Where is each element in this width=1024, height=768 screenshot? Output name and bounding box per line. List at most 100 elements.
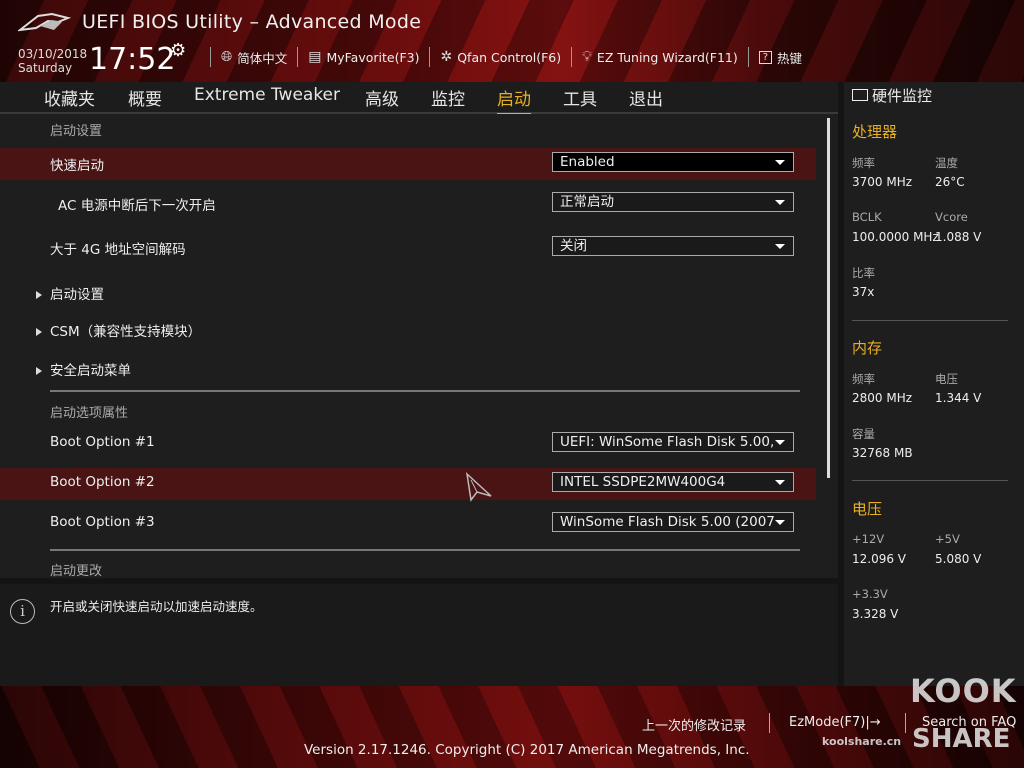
main-tabs: 收藏夹 概要 Extreme Tweaker 高级 监控 启动 工具 退出 xyxy=(0,82,838,115)
fast-boot-value: Enabled xyxy=(560,154,615,170)
toolbar: 🌐︎ 简体中文 ▤ MyFavorite(F3) ✲ Qfan Control(… xyxy=(210,47,812,67)
cpu-freq-label: 频率 xyxy=(852,156,875,170)
tab-boot[interactable]: 启动 xyxy=(497,85,531,115)
boot-option-1-select[interactable]: UEFI: WinSome Flash Disk 5.00, xyxy=(552,432,794,452)
submenu-csm[interactable]: CSM（兼容性支持模块） xyxy=(36,320,201,340)
v5-label: +5V xyxy=(935,532,960,546)
section-title-boot-config: 启动设置 xyxy=(50,124,103,139)
section-title-boot-override: 启动更改 xyxy=(50,564,103,578)
mem-freq-value: 2800 MHz xyxy=(852,391,913,405)
mem-freq-label: 频率 xyxy=(852,372,875,386)
date-display: 03/10/2018 Saturday xyxy=(18,47,87,75)
scrollbar[interactable] xyxy=(827,118,830,478)
tab-overview[interactable]: 概要 xyxy=(128,85,162,110)
boot-option-2-value: INTEL SSDPE2MW400G4 xyxy=(560,474,726,490)
above-4g-select[interactable]: 关闭 xyxy=(552,236,794,256)
v5-value: 5.080 V xyxy=(935,552,982,566)
vcore-label: Vcore xyxy=(935,210,968,224)
boot-option-3-select[interactable]: WinSome Flash Disk 5.00 (2007 xyxy=(552,512,794,532)
boot-option-2-row[interactable]: Boot Option #2 INTEL SSDPE2MW400G4 xyxy=(0,468,816,500)
tab-favorites[interactable]: 收藏夹 xyxy=(44,85,95,110)
submenu-label: 安全启动菜单 xyxy=(50,363,131,379)
hotkeys-button[interactable]: ? 热键 xyxy=(747,47,812,67)
divider xyxy=(905,713,906,733)
day-value: Saturday xyxy=(18,61,73,75)
tab-tool[interactable]: 工具 xyxy=(563,85,597,110)
tab-exit[interactable]: 退出 xyxy=(629,85,663,110)
boot-option-3-value: WinSome Flash Disk 5.00 (2007 xyxy=(560,514,775,530)
tab-extreme-tweaker[interactable]: Extreme Tweaker xyxy=(194,85,340,105)
voltage-section-title: 电压 xyxy=(852,500,883,518)
tab-advanced[interactable]: 高级 xyxy=(365,85,399,110)
ez-tuning-wizard-button[interactable]: 💡︎ EZ Tuning Wizard(F11) xyxy=(571,47,748,67)
monitor-icon xyxy=(852,88,868,101)
help-text: 开启或关闭快速启动以加速启动速度。 xyxy=(50,599,263,614)
boot-option-3-row[interactable]: Boot Option #3 WinSome Flash Disk 5.00 (… xyxy=(0,508,816,540)
language-button[interactable]: 🌐︎ 简体中文 xyxy=(210,47,297,67)
memory-section-title: 内存 xyxy=(852,339,883,357)
divider xyxy=(50,549,800,551)
v12-value: 12.096 V xyxy=(852,552,907,566)
help-icon: ? xyxy=(758,50,773,64)
watermark-top: KOOK xyxy=(910,672,1017,710)
divider xyxy=(852,480,1008,481)
chevron-down-icon xyxy=(775,244,785,249)
above-4g-label: 大于 4G 地址空间解码 xyxy=(50,242,186,258)
qfan-label: Qfan Control(F6) xyxy=(457,49,562,65)
copyright-text: Version 2.17.1246. Copyright (C) 2017 Am… xyxy=(304,742,750,758)
lightbulb-icon: 💡︎ xyxy=(582,49,592,65)
mem-cap-label: 容量 xyxy=(852,427,875,441)
submenu-secure-boot[interactable]: 安全启动菜单 xyxy=(36,359,131,379)
ac-power-select[interactable]: 正常启动 xyxy=(552,192,794,212)
ratio-label: 比率 xyxy=(852,266,875,280)
boot-option-1-row[interactable]: Boot Option #1 UEFI: WinSome Flash Disk … xyxy=(0,428,816,460)
submenu-boot-config[interactable]: 启动设置 xyxy=(36,283,104,303)
boot-option-2-label: Boot Option #2 xyxy=(50,474,155,490)
mem-volt-value: 1.344 V xyxy=(935,391,982,405)
tab-monitor[interactable]: 监控 xyxy=(431,85,465,110)
chevron-right-icon xyxy=(36,328,42,336)
ratio-value: 37x xyxy=(852,285,875,299)
globe-icon: 🌐︎ xyxy=(221,49,233,65)
myfavorite-button[interactable]: ▤ MyFavorite(F3) xyxy=(297,47,429,67)
last-changes-button[interactable]: 上一次的修改记录 xyxy=(642,715,746,734)
vcore-value: 1.088 V xyxy=(935,230,982,244)
qfan-control-button[interactable]: ✲ Qfan Control(F6) xyxy=(429,47,571,67)
chevron-right-icon xyxy=(36,367,42,375)
divider xyxy=(852,320,1008,321)
hardware-monitor-title: 硬件监控 xyxy=(852,85,932,106)
gear-icon[interactable]: ⚙ xyxy=(170,40,186,61)
submenu-label: 启动设置 xyxy=(50,287,104,303)
bclk-label: BCLK xyxy=(852,210,882,224)
language-label: 简体中文 xyxy=(237,50,288,66)
fast-boot-select[interactable]: Enabled xyxy=(552,152,794,172)
chevron-right-icon xyxy=(36,291,42,299)
above-4g-row[interactable]: 大于 4G 地址空间解码 关闭 xyxy=(0,232,816,264)
cpu-section-title: 处理器 xyxy=(852,123,898,141)
ezmode-button[interactable]: EzMode(F7)|→ xyxy=(789,715,881,730)
chevron-down-icon xyxy=(775,440,785,445)
boot-option-1-value: UEFI: WinSome Flash Disk 5.00, xyxy=(560,434,775,450)
watermark-bottom: SHARE xyxy=(912,724,1011,754)
boot-option-2-select[interactable]: INTEL SSDPE2MW400G4 xyxy=(552,472,794,492)
ez-tuning-label: EZ Tuning Wizard(F11) xyxy=(596,49,738,65)
fast-boot-row[interactable]: 快速启动 Enabled xyxy=(0,148,816,180)
mouse-cursor-icon xyxy=(465,472,492,502)
section-title-boot-priorities: 启动选项属性 xyxy=(50,406,129,421)
v33-label: +3.3V xyxy=(852,587,888,601)
app-title: UEFI BIOS Utility – Advanced Mode xyxy=(82,11,422,33)
ac-power-row[interactable]: AC 电源中断后下一次开启 正常启动 xyxy=(0,188,816,220)
hotkeys-label: 热键 xyxy=(777,50,803,66)
chevron-down-icon xyxy=(775,480,785,485)
chevron-down-icon xyxy=(775,200,785,205)
rog-logo-icon xyxy=(18,12,72,32)
info-icon: i xyxy=(10,599,35,624)
above-4g-value: 关闭 xyxy=(560,238,587,254)
cpu-temp-value: 26°C xyxy=(935,175,965,189)
fan-icon: ✲ xyxy=(440,49,453,65)
watermark-site: koolshare.cn xyxy=(822,735,902,748)
chevron-down-icon xyxy=(775,160,785,165)
boot-option-1-label: Boot Option #1 xyxy=(50,434,155,450)
date-value: 03/10/2018 xyxy=(18,47,88,61)
ac-power-label: AC 电源中断后下一次开启 xyxy=(58,198,216,214)
